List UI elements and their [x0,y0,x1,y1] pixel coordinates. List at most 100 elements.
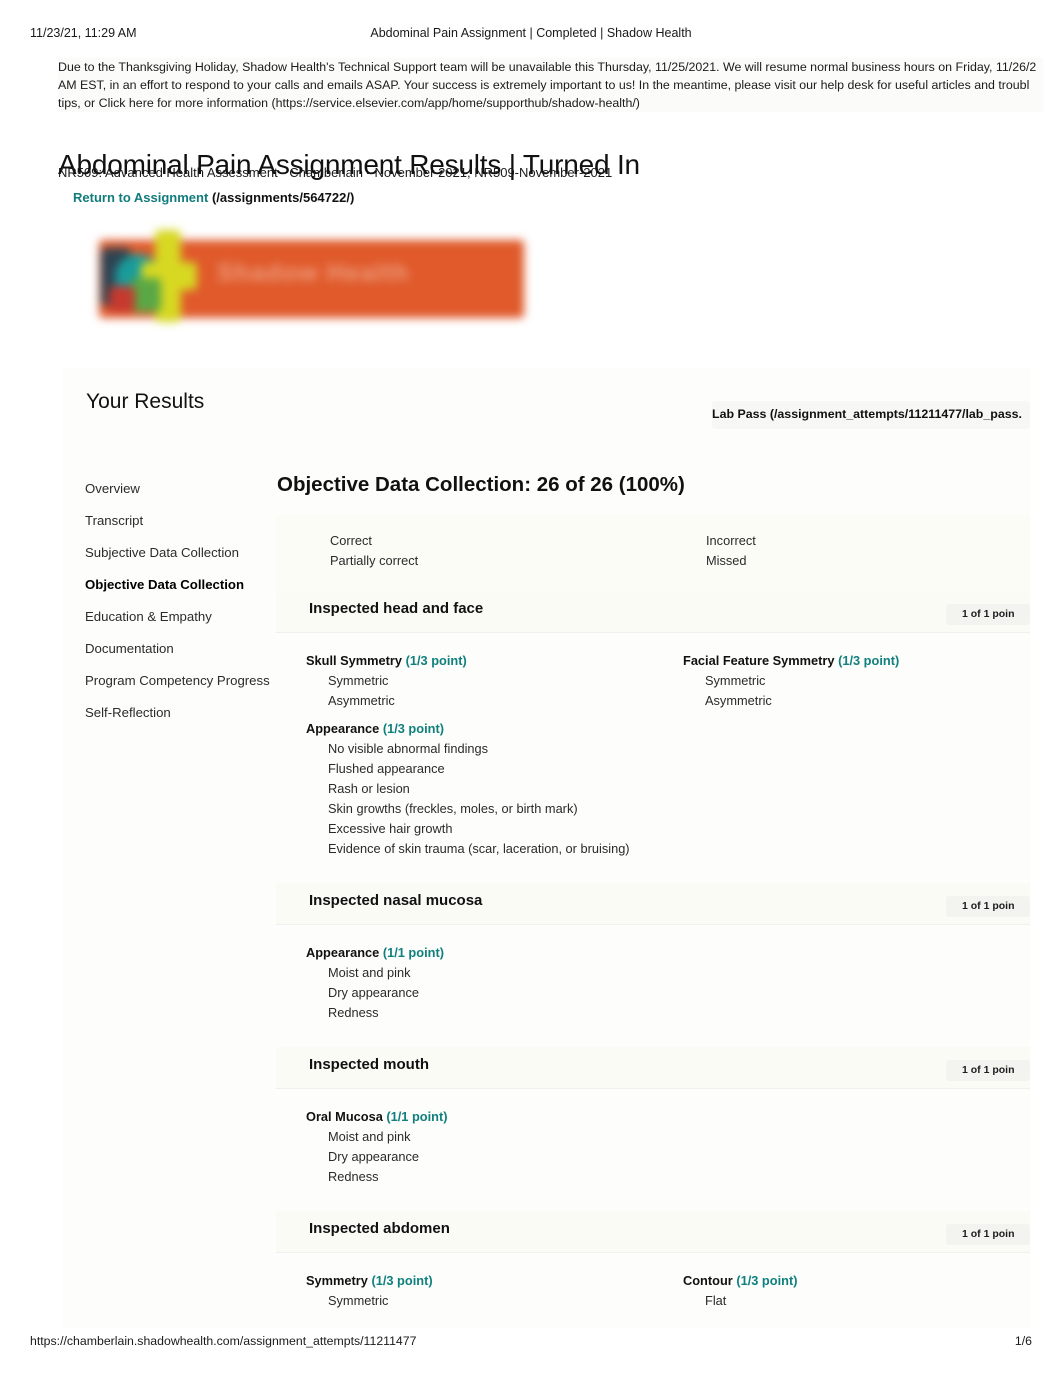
question-label: Skull Symmetry [306,653,403,668]
question-points: (1/3 point) [405,653,467,668]
question-grid: Oral Mucosa (1/1 point) Moist and pink Dry… [276,1109,1030,1197]
result-section: Inspected mouth 1 of 1 poin Oral Mucosa (1… [276,1047,1030,1211]
legend-column-left: Correct Partially correct [330,531,418,571]
results-main-column: Objective Data Collection: 26 of 26 (100… [276,473,1030,1335]
sidebar-item-label: Subjective Data Collection [85,545,239,560]
section-title: Inspected mouth [309,1056,430,1073]
results-panel: Your Results Lab Pass (/assignment_attem… [62,368,1030,1328]
answer-option: Symmetric [705,673,766,688]
answer-option: Asymmetric [705,693,772,708]
sidebar-item-documentation[interactable]: Documentation [85,633,285,665]
sidebar-item-subjective-data-collection[interactable]: Subjective Data Collection [85,537,285,569]
sidebar-item-objective-data-collection[interactable]: Objective Data Collection [85,569,285,601]
objective-data-collection-heading: Objective Data Collection: 26 of 26 (100… [277,473,685,496]
result-section: Inspected head and face 1 of 1 poin Skull … [276,591,1030,883]
section-score-badge: 1 of 1 poin [946,896,1030,917]
logo-wordmark: Shadow Health [217,259,410,287]
answer-option: Flat [705,1293,727,1308]
question-block: Oral Mucosa (1/1 point) Moist and pink Dry… [276,1109,1030,1187]
sidebar-item-label: Overview [85,481,140,496]
sidebar-item-label: Education & Empathy [85,609,212,624]
question-title: Contour (1/3 point) [683,1273,1030,1288]
answer-option: Flushed appearance [328,761,445,776]
result-section: Inspected abdomen 1 of 1 poin Symmetry (1/… [276,1211,1030,1335]
question-title: Oral Mucosa (1/1 point) [306,1109,1030,1124]
legend-item: Partially correct [330,553,419,568]
section-title: Inspected head and face [309,600,484,617]
question-block: Facial Feature Symmetry (1/3 point) Symme… [653,653,1030,711]
section-header: Inspected head and face 1 of 1 poin [276,591,1030,633]
question-block: Symmetry (1/3 point) Symmetric [276,1273,653,1311]
question-label: Facial Feature Symmetry [683,653,835,668]
section-header: Inspected nasal mucosa 1 of 1 poin [276,883,1030,925]
your-results-heading: Your Results [86,390,205,413]
question-block: Appearance (1/3 point) No visible abnorma… [276,721,1030,859]
legend-column-right: Incorrect Missed [706,531,756,571]
question-block: Appearance (1/1 point) Moist and pink Dry … [276,945,1030,1023]
print-header-title: Abdominal Pain Assignment | Completed | … [370,26,692,40]
question-grid: Symmetry (1/3 point) Symmetric Contour (1/… [276,1273,1030,1321]
question-title: Appearance (1/3 point) [306,721,1030,736]
return-to-assignment-link[interactable]: Return to Assignment (/assignments/56472… [73,190,354,205]
sidebar-item-program-competency-progress[interactable]: Program Competency Progress [85,665,285,697]
answer-option: Redness [328,1169,379,1184]
sections-container: Inspected head and face 1 of 1 poin Skull … [276,591,1030,1335]
support-notice-banner: Due to the Thanksgiving Holiday, Shadow … [58,58,1043,112]
answer-option: Evidence of skin trauma (scar, laceratio… [328,841,630,856]
question-grid: Skull Symmetry (1/3 point) Symmetric Asymm… [276,653,1030,869]
question-points: (1/3 point) [838,653,900,668]
legend-item: Correct [330,533,372,548]
answer-option: Dry appearance [328,985,420,1000]
answer-option: Skin growths (freckles, moles, or birth … [328,801,578,816]
sidebar-item-transcript[interactable]: Transcript [85,505,285,537]
answer-option: Moist and pink [328,965,411,980]
question-block: Skull Symmetry (1/3 point) Symmetric Asymm… [276,653,653,711]
lab-pass-link[interactable]: Lab Pass (/assignment_attempts/11211477/… [712,401,1030,429]
sidebar-item-label: Documentation [85,641,174,656]
question-block: Contour (1/3 point) Flat [653,1273,1030,1311]
sidebar-item-education-empathy[interactable]: Education & Empathy [85,601,285,633]
result-section: Inspected nasal mucosa 1 of 1 poin Appeara… [276,883,1030,1047]
answer-option: Symmetric [328,673,389,688]
section-header: Inspected mouth 1 of 1 poin [276,1047,1030,1089]
question-label: Appearance [306,945,380,960]
question-label: Appearance [306,721,380,736]
sidebar-item-self-reflection[interactable]: Self-Reflection [85,697,285,729]
sidebar-item-label: Objective Data Collection [85,577,245,592]
answer-option: Excessive hair growth [328,821,453,836]
question-title: Skull Symmetry (1/3 point) [306,653,653,668]
section-score-badge: 1 of 1 poin [946,604,1030,625]
question-label: Symmetry [306,1273,368,1288]
sidebar-item-overview[interactable]: Overview [85,473,285,505]
section-body: Oral Mucosa (1/1 point) Moist and pink Dry… [276,1089,1030,1211]
question-grid: Appearance (1/1 point) Moist and pink Dry … [276,945,1030,1033]
question-title: Facial Feature Symmetry (1/3 point) [683,653,1030,668]
results-sidebar: Overview Transcript Subjective Data Collec… [85,473,285,729]
section-header: Inspected abdomen 1 of 1 poin [276,1211,1030,1253]
answer-option: Redness [328,1005,379,1020]
answer-option: Asymmetric [328,693,395,708]
question-points: (1/1 point) [386,1109,448,1124]
question-points: (1/1 point) [382,945,444,960]
print-footer-url: https://chamberlain.shadowhealth.com/ass… [30,1334,417,1348]
question-title: Appearance (1/1 point) [306,945,1030,960]
question-title: Symmetry (1/3 point) [306,1273,653,1288]
answer-option: Moist and pink [328,1129,411,1144]
return-to-assignment-url: (/assignments/564722/) [211,190,355,205]
sidebar-item-label: Transcript [85,513,144,528]
print-footer-page-number: 1/6 [1014,1334,1032,1348]
legend-item: Incorrect [706,533,756,548]
scoring-legend: Correct Partially correct Incorrect Missed [276,515,1030,591]
answer-option: Rash or lesion [328,781,410,796]
question-points: (1/3 point) [382,721,444,736]
section-body: Skull Symmetry (1/3 point) Symmetric Asymm… [276,633,1030,883]
section-title: Inspected nasal mucosa [309,892,483,909]
answer-option: Symmetric [328,1293,389,1308]
section-body: Appearance (1/1 point) Moist and pink Dry … [276,925,1030,1047]
question-label: Oral Mucosa [306,1109,383,1124]
answer-option: Dry appearance [328,1149,420,1164]
print-header: 11/23/21, 11:29 AM Abdominal Pain Assign… [0,24,1062,42]
section-score-badge: 1 of 1 poin [946,1060,1030,1081]
section-score-badge: 1 of 1 poin [946,1224,1030,1245]
section-body: Symmetry (1/3 point) Symmetric Contour (1/… [276,1253,1030,1335]
